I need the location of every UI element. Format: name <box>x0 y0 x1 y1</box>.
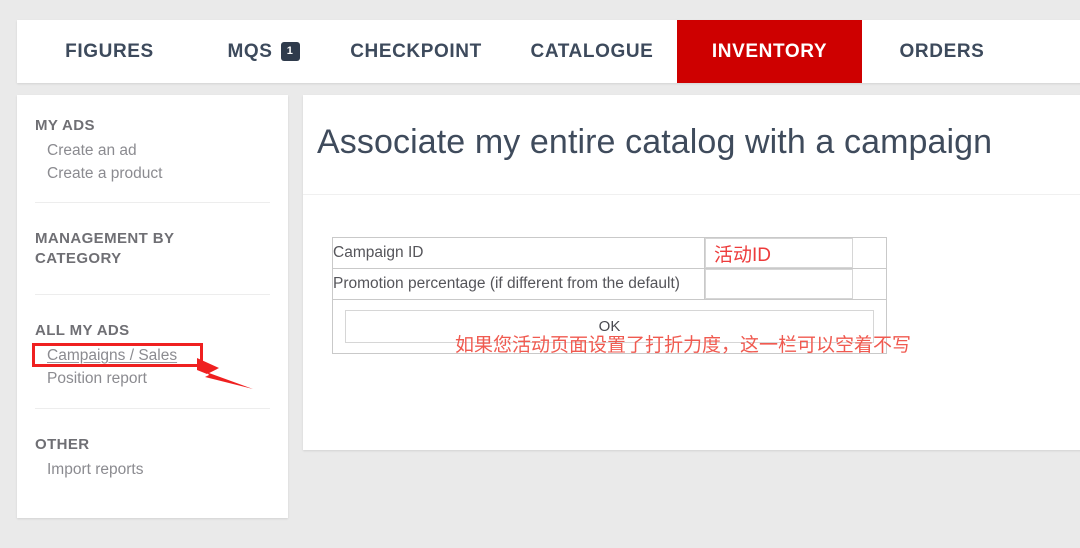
cell-campaign-id-field: 活动ID <box>704 237 887 269</box>
sidebar-item-create-an-ad[interactable]: Create an ad <box>47 140 272 163</box>
sidebar-item-campaigns-sales[interactable]: Campaigns / Sales <box>47 345 177 368</box>
title-divider <box>303 194 1080 195</box>
tab-figures[interactable]: FIGURES <box>17 20 202 83</box>
sidebar-heading-other: OTHER <box>35 435 90 453</box>
ok-button[interactable]: OK <box>345 310 874 343</box>
label-promotion-percentage: Promotion percentage (if different from … <box>332 268 705 300</box>
campaign-association-form: Campaign ID 活动ID Promotion percentage (i… <box>332 237 887 354</box>
table-row-campaign-id: Campaign ID 活动ID <box>332 237 887 269</box>
tab-inventory-label: INVENTORY <box>711 40 828 62</box>
tab-orders[interactable]: ORDERS <box>862 20 1022 83</box>
tab-figures-label: FIGURES <box>65 40 154 62</box>
sidebar-item-position-report[interactable]: Position report <box>47 368 272 391</box>
label-campaign-id: Campaign ID <box>332 237 705 269</box>
sidebar-item-import-reports[interactable]: Import reports <box>47 459 272 482</box>
main-content-panel: Associate my entire catalog with a campa… <box>303 95 1080 450</box>
page-title: Associate my entire catalog with a campa… <box>317 123 993 161</box>
sidebar-group-management-by-category: MANAGEMENT BY CATEGORY <box>17 229 288 270</box>
tab-mqs[interactable]: MQS 1 <box>202 20 325 83</box>
tab-catalogue[interactable]: CATALOGUE <box>507 20 677 83</box>
cell-submit: OK <box>332 299 887 354</box>
promotion-percentage-input[interactable] <box>705 269 853 299</box>
top-navigation-bar: FIGURES MQS 1 CHECKPOINT CATALOGUE INVEN… <box>17 20 1080 83</box>
sidebar-heading-management-by-category: MANAGEMENT BY CATEGORY <box>35 230 175 268</box>
cell-promotion-percentage-field <box>704 268 887 300</box>
tab-inventory[interactable]: INVENTORY <box>677 20 862 83</box>
sidebar-group-other: OTHER Import reports <box>17 435 288 482</box>
tab-catalogue-label: CATALOGUE <box>530 40 654 62</box>
sidebar-heading-all-my-ads: ALL MY ADS <box>35 321 130 339</box>
sidebar-group-my-ads: MY ADS Create an ad Create a product <box>17 95 288 186</box>
tab-orders-label: ORDERS <box>899 40 985 62</box>
table-row-promotion-percentage: Promotion percentage (if different from … <box>332 268 887 300</box>
tab-mqs-label: MQS <box>227 40 273 62</box>
sidebar: MY ADS Create an ad Create a product MAN… <box>17 95 288 518</box>
tab-checkpoint-label: CHECKPOINT <box>350 40 482 62</box>
sidebar-group-all-my-ads: ALL MY ADS Campaigns / Sales Position re… <box>17 321 288 391</box>
mqs-count-badge: 1 <box>280 42 300 61</box>
sidebar-heading-my-ads: MY ADS <box>35 117 95 134</box>
tab-checkpoint[interactable]: CHECKPOINT <box>325 20 507 83</box>
table-row-submit: OK <box>332 299 887 354</box>
campaign-id-input[interactable]: 活动ID <box>705 238 853 268</box>
sidebar-item-create-a-product[interactable]: Create a product <box>47 163 272 186</box>
